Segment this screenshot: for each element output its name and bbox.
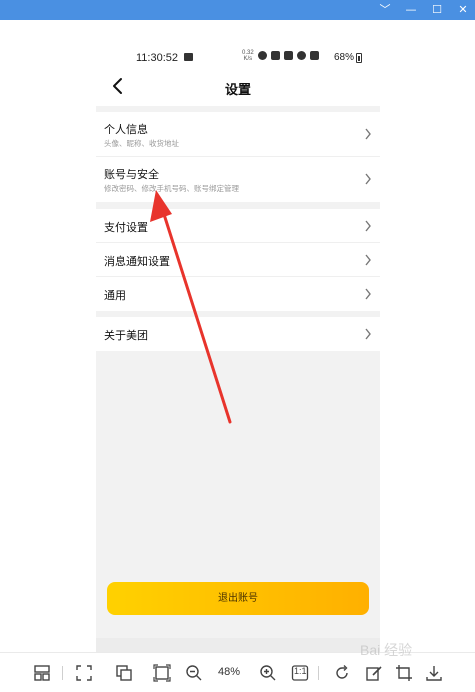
fullscreen-icon[interactable]	[74, 663, 94, 683]
settings-item-payment[interactable]: 支付设置	[96, 209, 380, 243]
chevron-right-icon	[365, 328, 371, 340]
settings-item-about[interactable]: 关于美团	[96, 317, 380, 351]
chevron-right-icon	[365, 254, 371, 266]
settings-item-title: 消息通知设置	[104, 255, 170, 268]
close-window-button[interactable]: ✕	[457, 3, 469, 17]
image-viewer-canvas: 11:30:52 0.32 K/s 68% 设置 个人信息 头像、昵称、收货地址…	[0, 20, 475, 680]
wifi-icon	[297, 51, 306, 60]
toolbar-divider	[62, 666, 63, 680]
zoom-in-icon[interactable]	[258, 663, 278, 683]
net-speed-unit: K/s	[243, 56, 253, 62]
settings-item-title: 账号与安全	[104, 168, 159, 181]
watermark: Bai 经验	[360, 642, 413, 658]
maximize-window-button[interactable]: ☐	[431, 3, 443, 17]
settings-item-profile[interactable]: 个人信息 头像、昵称、收货地址	[96, 112, 380, 157]
battery-icon	[356, 53, 362, 63]
chevron-right-icon	[365, 128, 371, 140]
actual-size-label: 1:1	[294, 666, 307, 676]
settings-group-about: 关于美团	[96, 317, 380, 351]
battery-percent: 68%	[334, 52, 355, 63]
zoom-out-icon[interactable]	[184, 663, 204, 683]
settings-group-account: 个人信息 头像、昵称、收货地址 账号与安全 修改密码、修改手机号码、账号绑定管理	[96, 112, 380, 202]
zoom-level: 48%	[218, 666, 241, 678]
edit-icon[interactable]	[364, 663, 384, 683]
settings-group-general: 支付设置 消息通知设置 通用	[96, 209, 380, 311]
crop-icon[interactable]	[394, 663, 414, 683]
minimize-window-button[interactable]: —	[405, 3, 417, 17]
settings-item-subtitle: 修改密码、修改手机号码、账号绑定管理	[104, 184, 239, 193]
page-title: 设置	[224, 83, 251, 98]
fit-window-icon[interactable]	[152, 663, 172, 683]
signal-icon	[310, 51, 319, 60]
settings-item-title: 支付设置	[104, 221, 148, 234]
gallery-icon	[184, 53, 193, 61]
window-title-bar: ﹀ — ☐ ✕	[0, 0, 475, 20]
settings-item-title: 个人信息	[104, 123, 148, 136]
phone-screenshot: 11:30:52 0.32 K/s 68% 设置 个人信息 头像、昵称、收货地址…	[96, 40, 380, 680]
rotate-icon[interactable]	[332, 663, 352, 683]
toolbar-divider	[318, 666, 319, 680]
download-icon[interactable]	[424, 663, 444, 683]
layout-icon[interactable]	[32, 663, 52, 683]
settings-item-notifications[interactable]: 消息通知设置	[96, 243, 380, 277]
data-icon	[284, 51, 293, 60]
settings-item-general[interactable]: 通用	[96, 277, 380, 311]
settings-item-title: 关于美团	[104, 329, 148, 342]
actual-size-button[interactable]: 1:1	[290, 663, 310, 683]
chevron-right-icon	[365, 173, 371, 185]
status-time: 11:30:52	[136, 52, 179, 64]
collapse-window-button[interactable]: ﹀	[379, 3, 391, 17]
network-speed: 0.32 K/s	[242, 50, 254, 62]
nfc-icon	[271, 51, 280, 60]
settings-item-account-security[interactable]: 账号与安全 修改密码、修改手机号码、账号绑定管理	[96, 157, 380, 202]
status-bar: 11:30:52 0.32 K/s 68%	[96, 40, 380, 68]
chevron-right-icon	[365, 220, 371, 232]
logout-button[interactable]: 退出账号	[107, 582, 369, 615]
header: 设置	[96, 68, 380, 106]
copy-image-icon[interactable]	[114, 663, 134, 683]
chevron-right-icon	[365, 288, 371, 300]
settings-item-subtitle: 头像、昵称、收货地址	[104, 139, 179, 148]
settings-item-title: 通用	[104, 289, 126, 302]
alarm-icon	[258, 51, 267, 60]
